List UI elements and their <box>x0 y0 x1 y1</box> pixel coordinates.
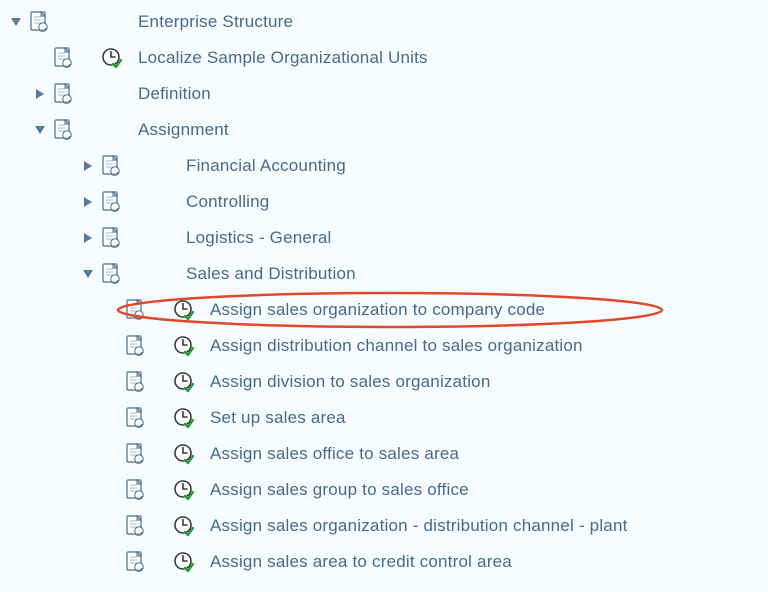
node-label: Assign sales area to credit control area <box>196 552 512 572</box>
node-sd-activity[interactable]: Assign sales office to sales area <box>4 436 768 472</box>
document-icon <box>124 514 148 538</box>
clock-icon <box>172 550 196 574</box>
sd-children: Assign sales organization to company cod… <box>4 292 768 580</box>
node-label: Assign sales organization - distribution… <box>196 516 628 536</box>
node-label: Assignment <box>124 120 229 140</box>
node-label: Financial Accounting <box>172 156 346 176</box>
document-icon <box>124 334 148 358</box>
node-label: Enterprise Structure <box>124 12 293 32</box>
node-sd-activity[interactable]: Assign sales organization - distribution… <box>4 508 768 544</box>
node-label: Sales and Distribution <box>172 264 356 284</box>
document-icon <box>124 442 148 466</box>
document-icon <box>124 406 148 430</box>
expand-toggle[interactable] <box>28 82 52 106</box>
node-sd-activity[interactable]: Assign division to sales organization <box>4 364 768 400</box>
collapse-toggle[interactable] <box>4 10 28 34</box>
document-icon <box>52 118 76 142</box>
clock-icon <box>172 478 196 502</box>
document-icon <box>100 262 124 286</box>
document-icon <box>52 46 76 70</box>
document-icon <box>28 10 52 34</box>
node-label: Assign sales group to sales office <box>196 480 469 500</box>
node-sd-activity[interactable]: Assign distribution channel to sales org… <box>4 328 768 364</box>
node-assignment[interactable]: Assignment <box>4 112 768 148</box>
node-controlling[interactable]: Controlling <box>4 184 768 220</box>
document-icon <box>124 370 148 394</box>
node-sales-and-distribution[interactable]: Sales and Distribution <box>4 256 768 292</box>
node-label: Assign division to sales organization <box>196 372 491 392</box>
node-sd-activity[interactable]: Assign sales area to credit control area <box>4 544 768 580</box>
node-localize[interactable]: Localize Sample Organizational Units <box>4 40 768 76</box>
node-label: Logistics - General <box>172 228 332 248</box>
clock-icon <box>172 298 196 322</box>
document-icon <box>100 154 124 178</box>
node-label: Assign sales organization to company cod… <box>196 300 545 320</box>
clock-icon <box>172 370 196 394</box>
img-tree: Enterprise Structure Localize Sample Org… <box>0 0 768 580</box>
expand-toggle[interactable] <box>76 154 100 178</box>
node-label: Localize Sample Organizational Units <box>124 48 428 68</box>
clock-icon <box>172 442 196 466</box>
document-icon <box>124 550 148 574</box>
clock-icon <box>172 406 196 430</box>
clock-icon <box>172 334 196 358</box>
collapse-toggle[interactable] <box>28 118 52 142</box>
node-label: Definition <box>124 84 211 104</box>
expand-toggle[interactable] <box>76 190 100 214</box>
document-icon <box>100 190 124 214</box>
node-label: Assign distribution channel to sales org… <box>196 336 583 356</box>
expand-toggle[interactable] <box>76 226 100 250</box>
node-label: Assign sales office to sales area <box>196 444 459 464</box>
node-label: Set up sales area <box>196 408 346 428</box>
node-enterprise-structure[interactable]: Enterprise Structure <box>4 4 768 40</box>
node-financial-accounting[interactable]: Financial Accounting <box>4 148 768 184</box>
node-sd-activity[interactable]: Assign sales group to sales office <box>4 472 768 508</box>
document-icon <box>52 82 76 106</box>
node-sd-activity[interactable]: Assign sales organization to company cod… <box>4 292 768 328</box>
collapse-toggle[interactable] <box>76 262 100 286</box>
node-definition[interactable]: Definition <box>4 76 768 112</box>
node-sd-activity[interactable]: Set up sales area <box>4 400 768 436</box>
clock-icon <box>100 46 124 70</box>
node-logistics-general[interactable]: Logistics - General <box>4 220 768 256</box>
document-icon <box>124 298 148 322</box>
node-label: Controlling <box>172 192 269 212</box>
clock-icon <box>172 514 196 538</box>
document-icon <box>100 226 124 250</box>
document-icon <box>124 478 148 502</box>
